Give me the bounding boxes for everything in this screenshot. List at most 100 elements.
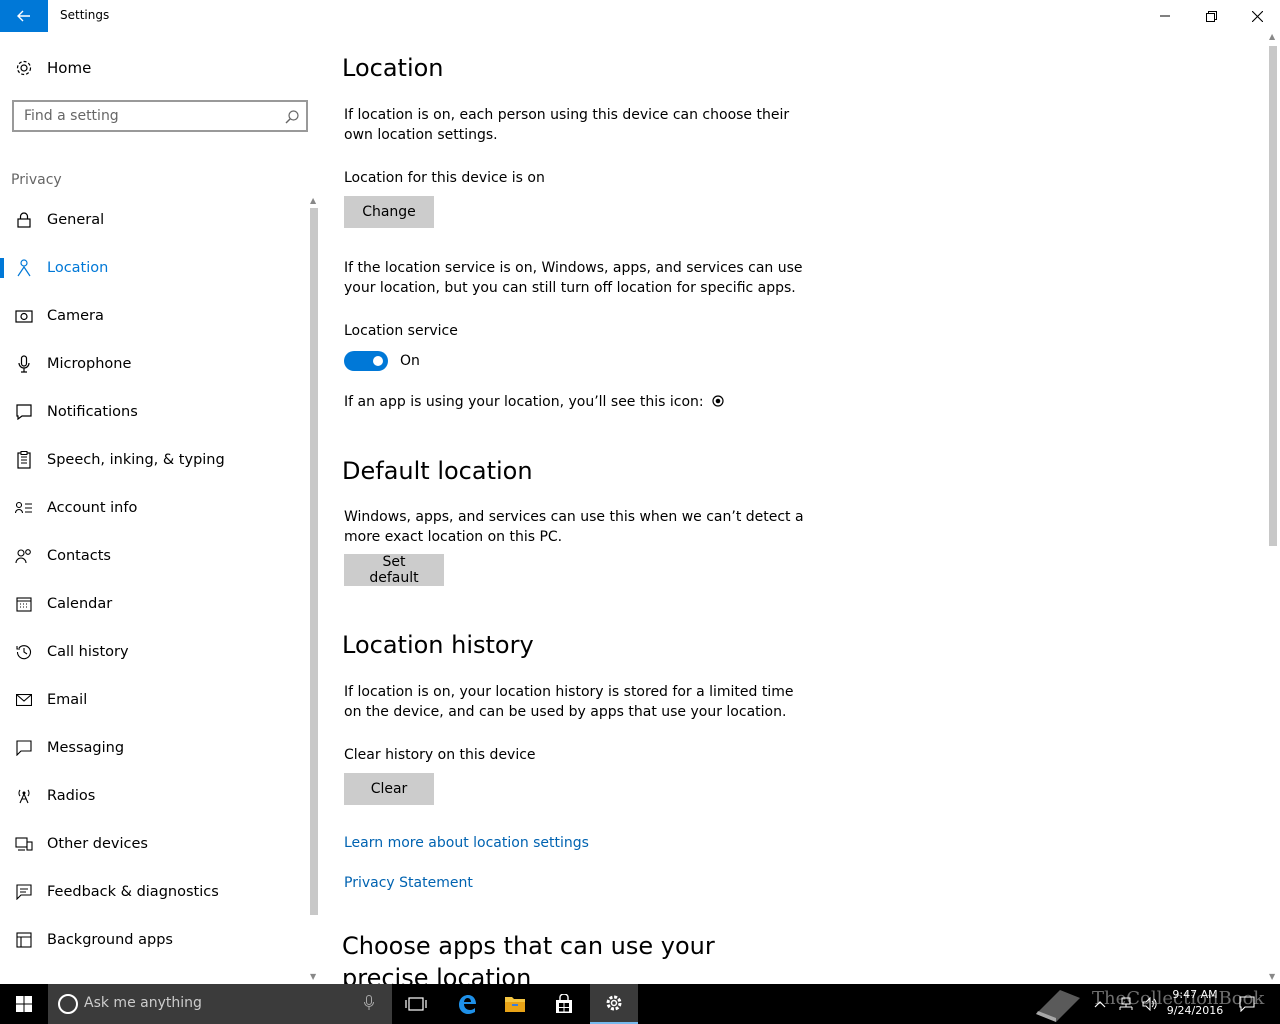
location-service-label: Location service xyxy=(344,323,458,339)
task-view-button[interactable] xyxy=(392,984,440,1024)
sidebar-item-contacts[interactable]: Contacts xyxy=(0,532,306,580)
book-icon xyxy=(1036,990,1080,1022)
start-button[interactable] xyxy=(0,984,48,1024)
location-service-desc: If the location service is on, Windows, … xyxy=(344,260,803,296)
scroll-up-icon[interactable]: ▲ xyxy=(1269,32,1275,41)
store-icon xyxy=(556,994,572,1013)
privacy-statement-link[interactable]: Privacy Statement xyxy=(344,875,473,891)
settings-taskbar-button[interactable] xyxy=(590,984,638,1024)
sidebar-item-background-apps[interactable]: Background apps xyxy=(0,916,306,964)
scroll-down-icon[interactable]: ▼ xyxy=(1269,972,1275,981)
minimize-icon xyxy=(1160,15,1170,17)
section-label: Privacy xyxy=(11,172,62,188)
store-button[interactable] xyxy=(540,984,588,1024)
file-explorer-button[interactable] xyxy=(491,984,539,1024)
default-location-desc: Windows, apps, and services can use this… xyxy=(344,509,804,545)
scroll-thumb[interactable] xyxy=(310,208,318,915)
default-location-heading: Default location xyxy=(342,457,533,485)
search-input[interactable] xyxy=(14,102,274,130)
main-scrollbar[interactable]: ▲ ▼ xyxy=(1266,32,1280,984)
clear-button[interactable]: Clear xyxy=(344,773,434,805)
clock-date: 9/24/2016 xyxy=(1166,1004,1224,1017)
sidebar-item-calendar[interactable]: Calendar xyxy=(0,580,306,628)
minimize-button[interactable] xyxy=(1142,0,1188,32)
location-icon-note-text: If an app is using your location, you’ll… xyxy=(344,394,704,410)
people-icon xyxy=(15,547,33,565)
sidebar-item-label: Messaging xyxy=(47,740,125,756)
sidebar-item-camera[interactable]: Camera xyxy=(0,292,306,340)
sidebar-home[interactable]: Home xyxy=(0,48,320,88)
speaker-icon xyxy=(1142,997,1157,1011)
change-button[interactable]: Change xyxy=(344,196,434,228)
location-history-desc: If location is on, your location history… xyxy=(344,684,794,720)
chevron-up-icon xyxy=(1094,1001,1106,1008)
camera-icon xyxy=(15,307,33,325)
location-icon-note: If an app is using your location, you’ll… xyxy=(344,394,724,411)
task-view-icon xyxy=(405,997,427,1011)
sidebar-item-label: Calendar xyxy=(47,596,113,612)
sidebar-item-other-devices[interactable]: Other devices xyxy=(0,820,306,868)
title-bar: Settings xyxy=(0,0,1280,32)
window-title: Settings xyxy=(60,8,110,22)
sidebar-item-label: Background apps xyxy=(47,932,173,948)
scroll-thumb[interactable] xyxy=(1269,46,1277,546)
cortana-search-box[interactable]: Ask me anything xyxy=(48,984,392,1024)
sidebar-item-label: Call history xyxy=(47,644,129,660)
restore-button[interactable] xyxy=(1188,0,1234,32)
sidebar-item-label: General xyxy=(47,212,105,228)
sidebar-item-speech[interactable]: Speech, inking, & typing xyxy=(0,436,306,484)
restore-icon xyxy=(1205,10,1217,22)
sidebar-item-label: Feedback & diagnostics xyxy=(47,884,219,900)
toggle-knob xyxy=(373,356,383,366)
scroll-down-icon[interactable]: ▼ xyxy=(310,972,316,981)
microphone-icon[interactable] xyxy=(364,995,374,1015)
edge-button[interactable] xyxy=(443,984,491,1024)
scroll-up-icon[interactable]: ▲ xyxy=(310,196,316,205)
location-intro: If location is on, each person using thi… xyxy=(344,107,790,143)
sidebar-item-messaging[interactable]: Messaging xyxy=(0,724,306,772)
location-in-use-icon xyxy=(712,395,724,411)
sidebar-item-notifications[interactable]: Notifications xyxy=(0,388,306,436)
sidebar-item-label: Account info xyxy=(47,500,138,516)
back-button[interactable] xyxy=(0,0,48,32)
clock-time: 9:47 AM xyxy=(1172,988,1218,1001)
page-title: Location xyxy=(342,54,444,82)
calendar-icon xyxy=(15,595,33,613)
history-icon xyxy=(15,643,33,661)
location-service-toggle[interactable] xyxy=(344,351,388,371)
gear-icon xyxy=(14,58,34,82)
taskbar: Ask me anything TheCollectionBook 9:47 A… xyxy=(0,984,1280,1024)
gear-icon xyxy=(606,995,622,1011)
search-icon[interactable] xyxy=(285,109,299,128)
mail-icon xyxy=(15,691,33,709)
sidebar-item-general[interactable]: General xyxy=(0,196,306,244)
clipboard-icon xyxy=(15,451,33,469)
sidebar-scrollbar[interactable]: ▲ ▼ xyxy=(308,196,320,984)
sidebar-item-radios[interactable]: Radios xyxy=(0,772,306,820)
main-content: Location If location is on, each person … xyxy=(320,32,1280,984)
radio-tower-icon xyxy=(15,787,33,805)
sidebar-item-call-history[interactable]: Call history xyxy=(0,628,306,676)
volume-button[interactable] xyxy=(1140,984,1160,1024)
learn-more-link[interactable]: Learn more about location settings xyxy=(344,835,589,851)
sidebar-item-microphone[interactable]: Microphone xyxy=(0,340,306,388)
sidebar-item-account-info[interactable]: Account info xyxy=(0,484,306,532)
set-default-button[interactable]: Set default xyxy=(344,554,444,586)
clear-history-label: Clear history on this device xyxy=(344,747,536,763)
sidebar-item-location[interactable]: Location xyxy=(0,244,306,292)
windows-logo-icon xyxy=(16,996,32,1012)
network-button[interactable] xyxy=(1116,984,1136,1024)
cortana-placeholder: Ask me anything xyxy=(84,995,202,1011)
device-location-status: Location for this device is on xyxy=(344,170,545,186)
sidebar-item-email[interactable]: Email xyxy=(0,676,306,724)
sidebar-item-feedback[interactable]: Feedback & diagnostics xyxy=(0,868,306,916)
sidebar-item-label: Notifications xyxy=(47,404,138,420)
close-button[interactable] xyxy=(1234,0,1280,32)
sidebar: Home Privacy General Location Camera Mic… xyxy=(0,32,320,984)
action-center-button[interactable] xyxy=(1236,984,1258,1024)
nav-list: General Location Camera Microphone Notif… xyxy=(0,196,306,964)
search-box xyxy=(12,100,308,132)
taskbar-clock[interactable]: 9:47 AM 9/24/2016 xyxy=(1160,987,1230,1019)
sidebar-item-label: Microphone xyxy=(47,356,132,372)
show-hidden-icons-button[interactable] xyxy=(1092,984,1108,1024)
